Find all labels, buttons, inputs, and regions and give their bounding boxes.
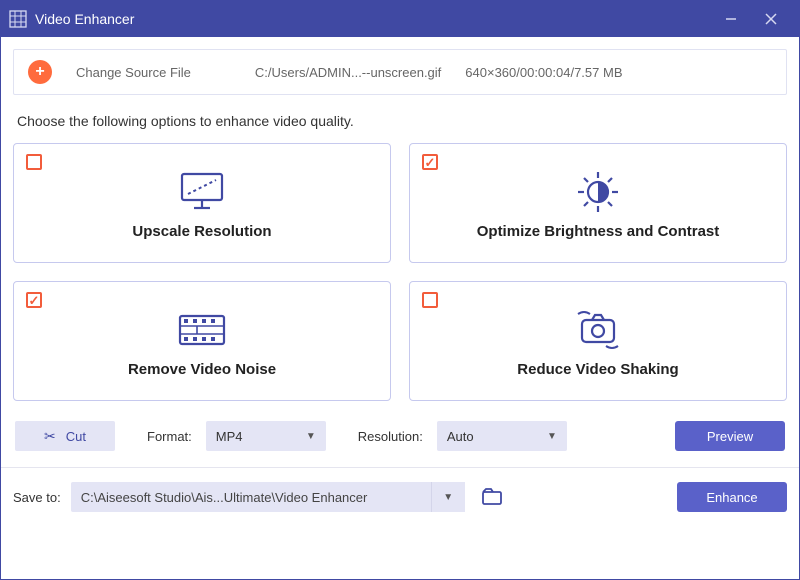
- app-icon: [9, 10, 27, 28]
- checkbox-shaking[interactable]: [422, 292, 438, 308]
- camera-shake-icon: [568, 305, 628, 355]
- add-file-button[interactable]: +: [28, 60, 52, 84]
- save-bar: Save to: C:\Aiseesoft Studio\Ais...Ultim…: [1, 468, 799, 526]
- change-source-link[interactable]: Change Source File: [76, 65, 191, 80]
- option-brightness-label: Optimize Brightness and Contrast: [477, 223, 720, 240]
- enhance-button[interactable]: Enhance: [677, 482, 787, 512]
- checkbox-noise[interactable]: [26, 292, 42, 308]
- option-upscale-resolution[interactable]: Upscale Resolution: [13, 143, 391, 263]
- title-bar: Video Enhancer: [1, 1, 799, 37]
- monitor-icon: [172, 167, 232, 217]
- option-shaking-label: Reduce Video Shaking: [517, 361, 678, 378]
- checkbox-upscale[interactable]: [26, 154, 42, 170]
- controls-row: ✂ Cut Format: MP4 ▼ Resolution: Auto ▼ P…: [13, 421, 787, 451]
- chevron-down-icon: ▼: [443, 492, 453, 503]
- source-file-bar: + Change Source File C:/Users/ADMIN...--…: [13, 49, 787, 95]
- preview-button[interactable]: Preview: [675, 421, 785, 451]
- minimize-button[interactable]: [711, 1, 751, 37]
- options-grid: Upscale Resolution Optimize Brightness a…: [13, 143, 787, 401]
- enhance-label: Enhance: [706, 490, 757, 505]
- brightness-icon: [568, 167, 628, 217]
- format-select[interactable]: MP4 ▼: [206, 421, 326, 451]
- save-to-label: Save to:: [13, 490, 61, 505]
- checkbox-brightness[interactable]: [422, 154, 438, 170]
- resolution-value: Auto: [447, 429, 474, 444]
- cut-button[interactable]: ✂ Cut: [15, 421, 115, 451]
- filmstrip-icon: [172, 305, 232, 355]
- window: Video Enhancer + Change Source File C:/U…: [0, 0, 800, 580]
- option-upscale-label: Upscale Resolution: [132, 223, 271, 240]
- option-noise-label: Remove Video Noise: [128, 361, 276, 378]
- preview-label: Preview: [707, 429, 753, 444]
- chevron-down-icon: ▼: [306, 431, 316, 442]
- chevron-down-icon: ▼: [547, 431, 557, 442]
- save-path-text: C:\Aiseesoft Studio\Ais...Ultimate\Video…: [81, 490, 368, 505]
- source-path-text: C:/Users/ADMIN...--unscreen.gif: [255, 65, 441, 80]
- resolution-select[interactable]: Auto ▼: [437, 421, 567, 451]
- source-meta-text: 640×360/00:00:04/7.57 MB: [465, 65, 622, 80]
- instruction-text: Choose the following options to enhance …: [17, 113, 783, 129]
- scissors-icon: ✂: [44, 428, 56, 445]
- window-title: Video Enhancer: [35, 11, 134, 27]
- resolution-label: Resolution:: [358, 429, 423, 444]
- open-folder-button[interactable]: [479, 484, 505, 510]
- save-path-box[interactable]: C:\Aiseesoft Studio\Ais...Ultimate\Video…: [71, 482, 431, 512]
- option-remove-noise[interactable]: Remove Video Noise: [13, 281, 391, 401]
- save-path-dropdown[interactable]: ▼: [431, 482, 465, 512]
- option-brightness-contrast[interactable]: Optimize Brightness and Contrast: [409, 143, 787, 263]
- option-reduce-shaking[interactable]: Reduce Video Shaking: [409, 281, 787, 401]
- close-button[interactable]: [751, 1, 791, 37]
- cut-label: Cut: [66, 429, 86, 444]
- format-value: MP4: [216, 429, 243, 444]
- format-label: Format:: [147, 429, 192, 444]
